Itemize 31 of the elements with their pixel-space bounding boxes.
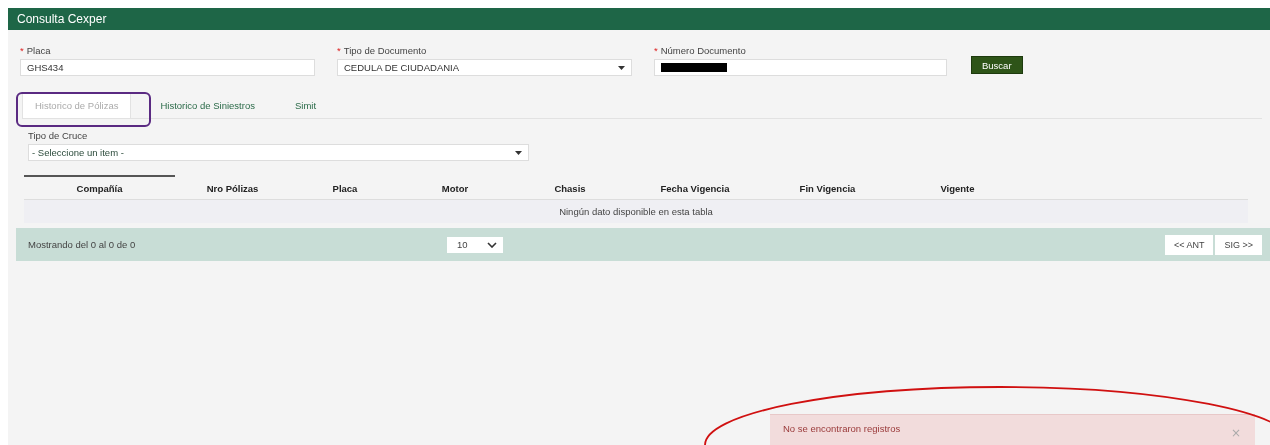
empty-table-message: Ningún dato disponible en esta tabla <box>24 200 1248 223</box>
caret-icon <box>515 150 522 155</box>
pager-button[interactable]: SIG >> <box>1215 234 1262 255</box>
field-label: Placa <box>26 45 51 56</box>
required-mark: * <box>654 45 658 56</box>
record-count: Mostrando del 0 al 0 de 0 <box>28 239 137 250</box>
required-mark: * <box>337 45 341 56</box>
input-field[interactable]: GHS434 <box>20 59 315 76</box>
toast-message: No se encontraron registros <box>783 423 901 436</box>
column-header[interactable]: Placa <box>290 175 400 199</box>
required-mark: * <box>20 45 24 56</box>
dropdown-field[interactable]: - Seleccione un item - <box>28 144 529 161</box>
caret-icon <box>618 65 625 70</box>
chevron-icon <box>487 241 497 248</box>
column-header[interactable]: Motor <box>400 175 510 199</box>
column-header[interactable]: Fin Vigencia <box>760 175 895 199</box>
column-header[interactable]: Nro Pólizas <box>175 175 290 199</box>
tab[interactable]: Simit <box>283 92 328 118</box>
field-label: Número Documento <box>660 45 746 56</box>
dropdown-field[interactable]: CEDULA DE CIUDADANIA <box>337 59 632 76</box>
window-title: Consulta Cexper <box>8 8 1270 30</box>
search-button[interactable]: Buscar <box>971 56 1023 74</box>
tab[interactable]: Historico de Siniestros <box>149 92 266 118</box>
column-header[interactable]: Chasis <box>510 175 630 199</box>
column-header[interactable]: Vigente <box>895 175 1020 199</box>
input-field[interactable] <box>654 59 947 76</box>
field-label: Tipo de Cruce <box>28 130 89 141</box>
field-label: Tipo de Documento <box>343 45 427 56</box>
pager-button[interactable]: << ANT <box>1164 234 1214 255</box>
column-header[interactable]: Fecha Vigencia <box>630 175 760 199</box>
page-size-dropdown[interactable]: 10 <box>447 236 503 253</box>
